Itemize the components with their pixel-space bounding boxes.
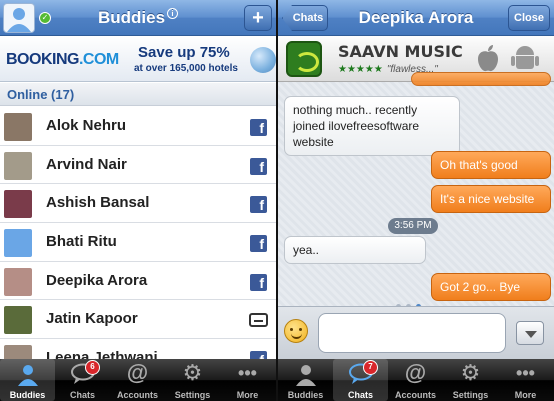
tab-chats[interactable]: 6 Chats (55, 359, 110, 401)
buddy-avatar (4, 306, 32, 335)
buddy-name: Jatin Kapoor (46, 310, 138, 328)
buddy-row[interactable]: Ashish Bansal f (0, 184, 276, 224)
tab-bar-right: Buddies 7 Chats @ Accounts ⚙ Settings ••… (278, 359, 554, 401)
tab-accounts-label: Accounts (394, 390, 436, 400)
saavn-logo-icon (286, 41, 322, 77)
add-buddy-button[interactable]: + (244, 5, 272, 31)
booking-logo: BOOKING.COM (6, 51, 119, 68)
saavn-ad-title: SAAVN MUSIC (338, 42, 463, 61)
received-message-bubble[interactable]: yea.. (284, 236, 426, 264)
tab-more-right[interactable]: ••• More (498, 359, 553, 401)
page-title: Buddies i (0, 8, 276, 28)
facebook-icon: f (250, 119, 267, 136)
tab-accounts[interactable]: @ Accounts (110, 359, 165, 401)
buddy-name: Bhati Ritu (46, 233, 117, 251)
sent-message-bubble[interactable]: It's a nice website (431, 185, 551, 213)
tab-more[interactable]: ••• More (220, 359, 275, 401)
tab-buddies-label: Buddies (9, 390, 46, 400)
chat-screen: Chats Deepika Arora Close SAAVN MUSIC ★★… (278, 0, 554, 401)
ad-subline: at over 165,000 hotels (134, 63, 238, 74)
tab-buddies-right[interactable]: Buddies (278, 359, 333, 401)
tab-more-label: More (236, 390, 259, 400)
buddy-avatar (4, 190, 32, 219)
buddy-avatar (4, 267, 32, 296)
buddy-avatar (4, 113, 32, 141)
buddy-row[interactable]: Bhati Ritu f (0, 223, 276, 262)
buddy-name: Deepika Arora (46, 271, 148, 289)
tab-chats-label: Chats (347, 390, 373, 400)
buddies-screen: ✓ Buddies i + BOOKING.COM Save up 75% at … (0, 0, 276, 401)
partial-message-bubble (411, 72, 551, 86)
tab-settings-label: Settings (452, 390, 489, 400)
gear-icon: ⚙ (182, 360, 203, 385)
info-icon[interactable]: i (167, 8, 179, 19)
tab-settings-right[interactable]: ⚙ Settings (443, 359, 498, 401)
buddies-title: Buddies (97, 8, 166, 27)
page-indicator (396, 296, 436, 309)
more-dots-icon: ••• (516, 363, 535, 383)
gear-icon: ⚙ (460, 360, 481, 385)
tab-chats-right[interactable]: 7 Chats (333, 359, 388, 401)
globe-icon (250, 47, 276, 73)
tab-settings[interactable]: ⚙ Settings (165, 359, 220, 401)
bbm-icon (249, 313, 268, 328)
ad-headline: Save up 75% (138, 44, 230, 61)
sent-message-bubble[interactable]: Got 2 go... Bye (431, 273, 551, 301)
buddy-list: Alok Nehru f Arvind Nair f Ashish Bansal f Bha… (0, 107, 276, 378)
chat-navbar: Chats Deepika Arora Close (278, 0, 554, 36)
more-dots-icon: ••• (238, 363, 257, 383)
tab-chats-label: Chats (69, 390, 95, 400)
tab-buddies[interactable]: Buddies (0, 359, 55, 401)
at-sign-icon: @ (126, 360, 149, 385)
chats-badge-right: 7 (363, 360, 378, 375)
android-icon (511, 44, 539, 74)
tab-settings-label: Settings (174, 390, 211, 400)
buddies-icon (0, 359, 55, 387)
sent-message-bubble[interactable]: Oh that's good (431, 151, 551, 179)
chat-bubble-icon (55, 359, 110, 387)
facebook-icon: f (250, 273, 267, 291)
apple-icon (476, 44, 502, 74)
expand-options-button[interactable] (516, 321, 544, 345)
buddies-navbar: ✓ Buddies i + (0, 0, 276, 36)
received-message-bubble[interactable]: nothing much.. recently joined ilovefree… (284, 96, 460, 156)
tab-bar: Buddies 6 Chats @ Accounts ⚙ Settings ••… (0, 359, 276, 401)
close-chat-button[interactable]: Close (508, 5, 550, 31)
buddies-icon (278, 359, 333, 387)
compose-bar (278, 306, 554, 359)
buddy-name: Ashish Bansal (46, 194, 150, 212)
at-sign-icon: @ (404, 360, 427, 385)
chats-badge: 6 (85, 360, 100, 375)
smiley-icon[interactable] (284, 319, 308, 343)
buddy-row[interactable]: Arvind Nair f (0, 145, 276, 185)
tab-more-label: More (514, 390, 537, 400)
chat-bubble-icon (333, 359, 388, 387)
message-timestamp: 3:56 PM (388, 218, 438, 234)
message-input[interactable] (318, 313, 506, 353)
buddy-name: Alok Nehru (46, 117, 127, 134)
tab-accounts-label: Accounts (116, 390, 158, 400)
app-screen: ✓ Buddies i + BOOKING.COM Save up 75% at … (0, 0, 554, 401)
buddy-avatar (4, 229, 32, 258)
facebook-icon: f (250, 235, 267, 253)
booking-ad-banner[interactable]: BOOKING.COM Save up 75% at over 165,000 … (0, 36, 276, 82)
online-section-header: Online (17) (0, 83, 276, 106)
tab-buddies-label: Buddies (287, 390, 324, 400)
buddy-avatar (4, 151, 32, 180)
facebook-icon: f (250, 157, 267, 175)
facebook-icon: f (250, 196, 267, 214)
buddy-name: Arvind Nair (46, 155, 127, 173)
tab-accounts-right[interactable]: @ Accounts (388, 359, 443, 401)
chat-transcript[interactable]: 3:56 PM nothing much.. recently joined i… (278, 72, 554, 309)
buddy-row[interactable]: Jatin Kapoor (0, 300, 276, 340)
buddy-row[interactable]: Alok Nehru f (0, 107, 276, 146)
buddy-row[interactable]: Deepika Arora f (0, 261, 276, 301)
